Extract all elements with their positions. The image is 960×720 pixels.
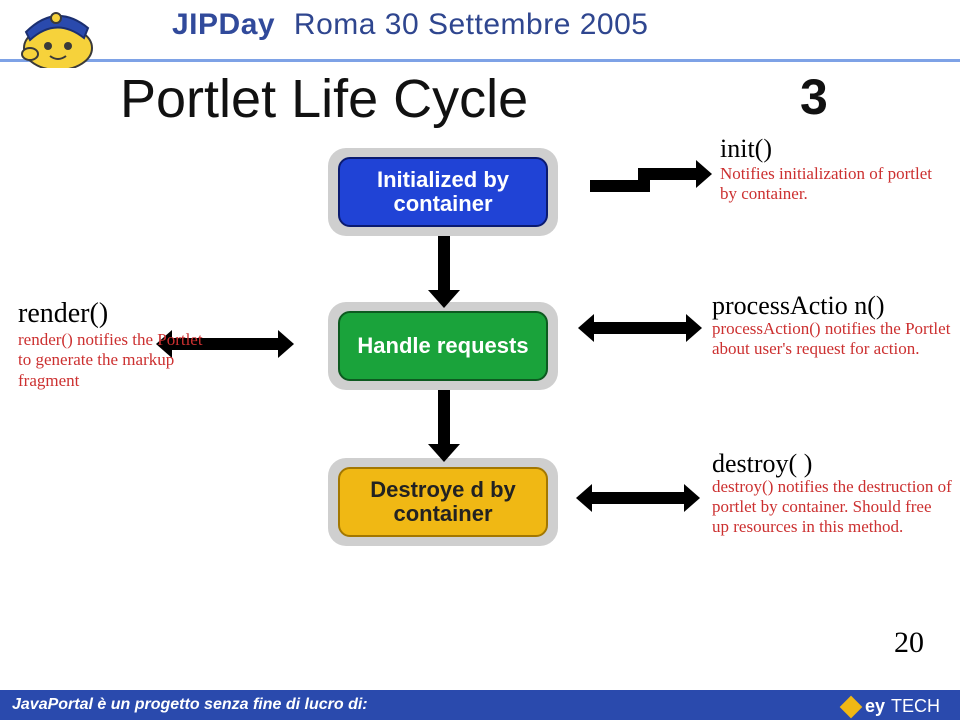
- label-process-desc: processAction() notifies the Portlet abo…: [712, 319, 952, 360]
- event-name: JIPDay: [172, 8, 275, 41]
- state-initialized: Initialized by container: [328, 148, 558, 236]
- label-destroy-desc: destroy() notifies the destruction of po…: [712, 477, 952, 538]
- event-subtitle: Roma 30 Settembre 2005: [294, 8, 649, 41]
- label-destroy-title: destroy( ): [712, 452, 952, 477]
- label-process-title: processActio n(): [712, 294, 952, 319]
- label-render-desc: render() notifies the Portlet to generat…: [18, 330, 213, 391]
- state-handle-requests: Handle requests: [328, 302, 558, 390]
- label-render: render() render() notifies the Portlet t…: [18, 298, 213, 391]
- label-render-title: render(): [18, 298, 213, 330]
- connector-processaction: [592, 322, 688, 334]
- label-processaction: processActio n() processAction() notifie…: [712, 294, 952, 359]
- footer-text: JavaPortal è un progetto senza fine di l…: [12, 696, 368, 714]
- connector-destroy: [590, 492, 686, 504]
- label-destroy: destroy( ) destroy() notifies the destru…: [712, 452, 952, 538]
- header-title: JIPDay Roma 30 Settembre 2005: [172, 8, 648, 42]
- label-init: init() Notifies initialization of portle…: [720, 134, 940, 205]
- label-init-desc: Notifies initialization of portlet by co…: [720, 164, 940, 205]
- state-destroyed-label: Destroye d by container: [338, 467, 548, 537]
- label-init-title: init(): [720, 134, 940, 164]
- header-bar: JIPDay Roma 30 Settembre 2005: [0, 0, 960, 62]
- footer-bar: JavaPortal è un progetto senza fine di l…: [0, 690, 960, 720]
- slide-content: Portlet Life Cycle 3 Initialized by cont…: [0, 62, 960, 662]
- state-handle-label: Handle requests: [338, 311, 548, 381]
- brand-suffix: TECH: [891, 696, 940, 717]
- brand-prefix: ey: [865, 696, 885, 717]
- slide-sequence-number: 3: [800, 68, 828, 126]
- brand-diamond-icon: [840, 695, 863, 718]
- arrow-handle-to-destroy: [438, 390, 450, 448]
- state-destroyed: Destroye d by container: [328, 458, 558, 546]
- connector-init-seg3: [638, 168, 698, 180]
- page-number: 20: [894, 626, 924, 660]
- mascot-icon: [6, 0, 106, 68]
- arrow-init-to-handle: [438, 236, 450, 294]
- slide-title: Portlet Life Cycle: [120, 68, 528, 130]
- footer-brand: ey TECH: [843, 696, 940, 717]
- state-initialized-label: Initialized by container: [338, 157, 548, 227]
